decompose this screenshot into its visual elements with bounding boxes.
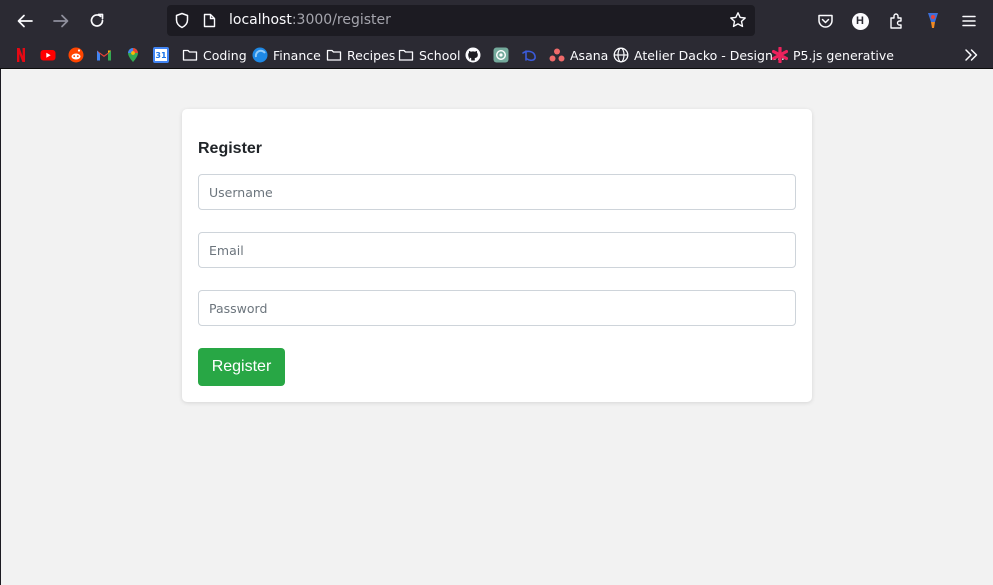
calendar-day: 31 bbox=[155, 50, 167, 60]
bookmark-netflix[interactable] bbox=[13, 45, 29, 65]
extension-pin-button[interactable] bbox=[920, 8, 946, 34]
github-icon bbox=[465, 47, 481, 63]
disney-icon bbox=[522, 50, 536, 62]
pocket-icon bbox=[817, 14, 833, 28]
maps-icon bbox=[128, 48, 138, 62]
page-content: Register Register bbox=[1, 69, 993, 585]
bookmark-disney[interactable] bbox=[521, 45, 537, 65]
asana-icon bbox=[549, 48, 565, 62]
bookmark-folder-recipes[interactable]: Recipes bbox=[326, 45, 395, 65]
extensions-button[interactable] bbox=[884, 8, 910, 34]
bookmark-folder-coding[interactable]: Coding bbox=[182, 45, 247, 65]
double-chevron-right-icon bbox=[965, 49, 978, 61]
finance-icon bbox=[252, 47, 268, 63]
password-input[interactable] bbox=[198, 290, 796, 326]
reload-icon bbox=[90, 13, 104, 27]
avatar: H bbox=[851, 12, 869, 30]
email-input[interactable] bbox=[198, 232, 796, 268]
reddit-icon bbox=[68, 47, 84, 63]
bookmark-p5js[interactable]: P5.js generative bbox=[772, 45, 894, 65]
youtube-icon bbox=[40, 50, 56, 61]
hamburger-menu-icon bbox=[962, 15, 976, 27]
p5js-icon bbox=[772, 47, 788, 63]
bookmark-gmail[interactable] bbox=[96, 45, 112, 65]
bookmarks-overflow-button[interactable] bbox=[963, 45, 979, 65]
pocket-button[interactable] bbox=[812, 8, 838, 34]
url-path: :3000/register bbox=[291, 12, 391, 28]
bookmark-asana[interactable]: Asana bbox=[549, 45, 608, 65]
bookmark-label: School bbox=[419, 47, 461, 63]
register-form: Register Register bbox=[182, 109, 812, 402]
bookmark-label: Asana bbox=[570, 47, 609, 63]
bookmark-label: Atelier Dacko - Design... bbox=[634, 47, 785, 63]
folder-icon bbox=[182, 49, 198, 61]
back-arrow-icon bbox=[17, 14, 33, 28]
forward-button[interactable] bbox=[48, 8, 74, 34]
bookmark-folder-school[interactable]: School bbox=[398, 45, 461, 65]
chatgpt-icon bbox=[493, 47, 509, 63]
globe-icon bbox=[613, 47, 629, 63]
form-title: Register bbox=[198, 140, 263, 157]
url-host: localhost bbox=[229, 12, 292, 28]
bookmark-label: Finance bbox=[273, 47, 321, 63]
bookmark-maps[interactable] bbox=[125, 45, 141, 65]
bookmark-label: Recipes bbox=[347, 47, 396, 63]
bookmark-label: P5.js generative bbox=[793, 47, 894, 63]
address-bar[interactable]: localhost:3000/register bbox=[167, 5, 755, 36]
shield-icon[interactable] bbox=[174, 12, 190, 29]
bookmark-label: Coding bbox=[203, 47, 247, 63]
puzzle-icon bbox=[890, 13, 902, 29]
browser-toolbar: localhost:3000/register H bbox=[0, 0, 993, 41]
calendar-icon: 31 bbox=[153, 47, 169, 63]
bookmark-youtube[interactable] bbox=[40, 45, 56, 65]
username-input[interactable] bbox=[198, 174, 796, 210]
bookmark-github[interactable] bbox=[465, 45, 481, 65]
register-button[interactable]: Register bbox=[198, 348, 285, 386]
app-menu-button[interactable] bbox=[956, 8, 982, 34]
bookmark-atelier-dacko[interactable]: Atelier Dacko - Design... bbox=[613, 45, 785, 65]
bookmark-calendar[interactable]: 31 bbox=[153, 45, 169, 65]
reload-button[interactable] bbox=[84, 8, 110, 34]
folder-icon bbox=[398, 49, 414, 61]
avatar-initial: H bbox=[856, 15, 864, 27]
back-button[interactable] bbox=[12, 8, 38, 34]
url-text[interactable]: localhost:3000/register bbox=[229, 12, 391, 28]
star-bookmark-icon[interactable] bbox=[729, 11, 747, 29]
extension-logo-icon bbox=[928, 13, 938, 28]
bookmark-finance[interactable]: Finance bbox=[252, 45, 321, 65]
bookmark-reddit[interactable] bbox=[68, 45, 84, 65]
netflix-icon bbox=[17, 48, 25, 62]
page-icon[interactable] bbox=[203, 13, 216, 28]
forward-arrow-icon bbox=[53, 14, 69, 28]
bookmarks-toolbar: 31 Coding Finance Recipes School Asana A… bbox=[0, 41, 993, 69]
account-button[interactable]: H bbox=[847, 8, 873, 34]
bookmark-chatgpt[interactable] bbox=[493, 45, 509, 65]
gmail-icon bbox=[97, 50, 111, 61]
folder-icon bbox=[326, 49, 342, 61]
